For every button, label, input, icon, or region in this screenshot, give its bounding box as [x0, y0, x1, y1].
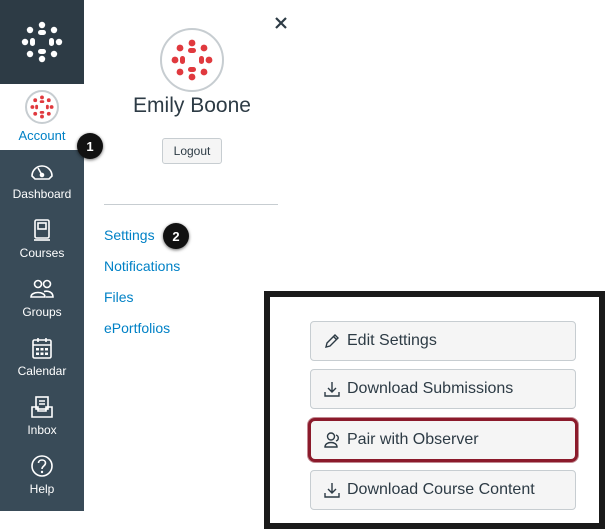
nav-item-label: Dashboard — [12, 187, 72, 201]
user-avatar — [160, 28, 224, 92]
help-icon — [31, 455, 53, 477]
nav-item-help[interactable]: Help — [0, 445, 84, 504]
close-icon — [275, 17, 287, 29]
files-link[interactable]: Files — [104, 289, 134, 305]
user-name: Emily Boone — [133, 94, 251, 117]
nav-item-label: Account — [18, 128, 66, 143]
calendar-icon — [32, 338, 52, 359]
download-icon — [324, 382, 340, 397]
divider — [104, 204, 278, 205]
canvas-avatar-icon — [30, 95, 54, 119]
inbox-icon — [31, 396, 53, 418]
pair-with-observer-button[interactable]: Pair with Observer — [308, 418, 578, 462]
nav-item-calendar[interactable]: Calendar — [0, 327, 84, 386]
nav-item-label: Help — [29, 482, 55, 496]
pencil-icon — [325, 334, 339, 348]
button-label: Edit Settings — [347, 332, 437, 349]
avatar — [25, 90, 59, 124]
button-label: Download Course Content — [347, 481, 535, 498]
global-navigation: Account Dashboard Courses Groups Calenda… — [0, 0, 84, 511]
dashboard-icon — [31, 165, 53, 180]
nav-item-inbox[interactable]: Inbox — [0, 386, 84, 445]
canvas-avatar-icon — [171, 39, 213, 81]
eportfolios-link[interactable]: ePortfolios — [104, 320, 170, 336]
button-label: Download Submissions — [347, 380, 514, 397]
canvas-logo-icon — [21, 21, 63, 63]
nav-item-label: Courses — [19, 246, 65, 260]
notifications-link[interactable]: Notifications — [104, 258, 180, 274]
nav-item-dashboard[interactable]: Dashboard — [0, 150, 84, 209]
canvas-logo[interactable] — [0, 0, 84, 84]
settings-link[interactable]: Settings — [104, 227, 155, 243]
download-icon — [324, 483, 340, 498]
nav-item-label: Inbox — [27, 423, 57, 437]
nav-item-account[interactable]: Account — [0, 84, 84, 150]
download-course-content-button[interactable]: Download Course Content — [310, 470, 576, 510]
nav-item-courses[interactable]: Courses — [0, 209, 84, 268]
download-submissions-button[interactable]: Download Submissions — [310, 369, 576, 409]
list-item: ePortfolios — [104, 320, 180, 351]
nav-item-groups[interactable]: Groups — [0, 268, 84, 327]
close-button[interactable] — [272, 14, 290, 32]
settings-sidebar-inset: Edit Settings Download Submissions Pair … — [264, 291, 605, 529]
courses-icon — [34, 219, 50, 241]
edit-settings-button[interactable]: Edit Settings — [310, 321, 576, 361]
list-item: Notifications — [104, 258, 180, 289]
settings-sidebar: Edit Settings Download Submissions Pair … — [270, 297, 599, 523]
groups-icon — [30, 279, 54, 298]
button-label: Pair with Observer — [347, 431, 479, 448]
logout-button[interactable]: Logout — [162, 138, 222, 164]
list-item: Files — [104, 289, 180, 320]
nav-item-label: Calendar — [17, 364, 67, 378]
nav-item-label: Groups — [22, 305, 62, 319]
observer-icon — [324, 432, 339, 448]
step-badge-2: 2 — [163, 223, 189, 249]
